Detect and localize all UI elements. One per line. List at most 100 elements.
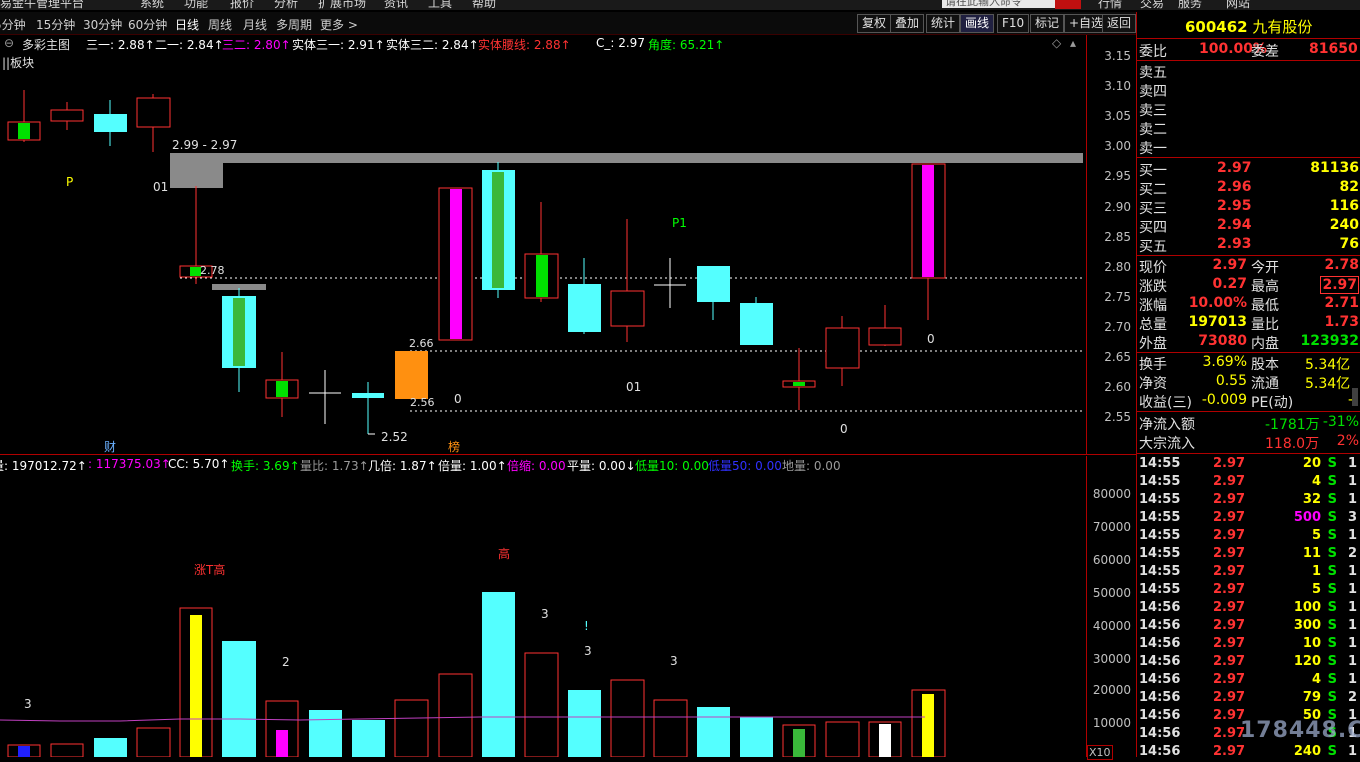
menu-item-service[interactable]: 服务 xyxy=(1178,0,1202,10)
candle[interactable] xyxy=(94,100,127,146)
candle[interactable] xyxy=(50,102,84,130)
candle[interactable] xyxy=(868,305,902,346)
candle[interactable] xyxy=(610,219,645,342)
candlestick-chart[interactable]: ||板块 2.99 - 2.97 01 P 2.78 2.66 2.56 2.5… xyxy=(0,52,1085,454)
pivot-label: 01 xyxy=(626,380,641,394)
quote-label: 现价 xyxy=(1139,260,1167,276)
back-button[interactable]: 返回 xyxy=(1102,14,1137,33)
menu-item-function[interactable]: 功能 xyxy=(184,0,208,10)
main-indicator-name[interactable]: 多彩主图 xyxy=(22,36,70,53)
overlay-button[interactable]: 叠加 xyxy=(890,14,925,33)
candle[interactable] xyxy=(825,316,860,386)
buy5-price: 2.93 xyxy=(1217,236,1252,252)
command-search-input[interactable]: 请在此输入命令 xyxy=(942,0,1055,8)
volume-bar xyxy=(653,699,688,757)
ranking-marker[interactable]: 榜 xyxy=(448,439,460,454)
volume-bar xyxy=(610,679,645,757)
candle[interactable] xyxy=(911,163,946,320)
search-button[interactable] xyxy=(1055,0,1081,9)
volume-chart[interactable]: 高 涨T高 3 2 3 3 ! 3 xyxy=(0,472,1085,757)
f10-button[interactable]: F10 xyxy=(997,14,1030,33)
stock-header: 600462 九有股份 xyxy=(1185,16,1312,37)
candle[interactable] xyxy=(740,297,773,345)
menu-item-website[interactable]: 网站 xyxy=(1226,0,1250,10)
stats-button[interactable]: 统计 xyxy=(926,14,961,33)
candle[interactable] xyxy=(136,94,171,152)
tick-side: S xyxy=(1327,510,1337,525)
weicha-label: 委差 xyxy=(1251,44,1279,60)
buy1-price: 2.97 xyxy=(1217,160,1252,176)
pane-divider[interactable] xyxy=(0,454,1136,455)
menu-item-platform[interactable]: 易金牛管理平台 xyxy=(0,0,84,10)
menu-item-news[interactable]: 资讯 xyxy=(384,0,408,10)
price-tick: 2.65 xyxy=(1104,350,1131,364)
candle[interactable] xyxy=(482,162,515,298)
collapse-icon[interactable]: ⊖ xyxy=(4,36,14,50)
tick-time: 14:56 xyxy=(1139,636,1181,651)
tick-row: 14:55 2.97 4 S 1 xyxy=(1139,474,1359,492)
indicator-value: 实体三一: 2.91↑ xyxy=(292,38,385,52)
buy3-volume: 116 xyxy=(1329,198,1359,214)
candle[interactable] xyxy=(438,187,473,341)
menu-item-trade[interactable]: 交易 xyxy=(1140,0,1164,10)
sell5-label: 卖五 xyxy=(1139,65,1167,81)
tick-price: 2.97 xyxy=(1213,564,1246,579)
candle[interactable] xyxy=(265,352,299,417)
menu-item-extended-market[interactable]: 扩展市场 xyxy=(318,0,366,10)
finance-marker[interactable]: 财 xyxy=(104,440,116,454)
menu-item-quote[interactable]: 报价 xyxy=(230,0,254,10)
tick-volume: 4 xyxy=(1311,474,1321,489)
quote-label: 涨跌 xyxy=(1139,279,1167,295)
menu-item-tools[interactable]: 工具 xyxy=(428,0,452,10)
dropdown-icon[interactable]: ▴ xyxy=(1070,36,1076,50)
tab-monthly[interactable]: 月线 xyxy=(243,16,267,33)
tab-60min[interactable]: 60分钟 xyxy=(128,16,167,33)
tick-price: 2.97 xyxy=(1213,636,1246,651)
net-assets: 0.55 xyxy=(1215,373,1247,389)
menu-item-analysis[interactable]: 分析 xyxy=(274,0,298,10)
tab-5min[interactable]: 5分钟 xyxy=(0,16,26,33)
tick-volume: 10 xyxy=(1302,636,1321,651)
candle[interactable] xyxy=(222,288,256,392)
quote-label: 涨幅 xyxy=(1139,298,1167,314)
menu-item-system[interactable]: 系统 xyxy=(140,0,164,10)
quote-label: 外盘 xyxy=(1139,336,1167,352)
price-tick: 2.70 xyxy=(1104,320,1131,334)
volume-tick: 30000 xyxy=(1092,652,1131,666)
candle[interactable] xyxy=(782,348,816,410)
adjust-button[interactable]: 复权 xyxy=(857,14,892,33)
tab-daily[interactable]: 日线 xyxy=(175,16,199,33)
volume-bar xyxy=(782,724,816,757)
candle[interactable] xyxy=(568,258,601,334)
buy2-volume: 82 xyxy=(1339,179,1359,195)
volume-bar xyxy=(868,721,902,757)
tab-15min[interactable]: 15分钟 xyxy=(36,16,75,33)
tick-price: 2.97 xyxy=(1213,582,1246,597)
candle[interactable] xyxy=(7,90,41,142)
candle[interactable] xyxy=(395,351,428,399)
draw-line-button[interactable]: 画线 xyxy=(960,14,995,33)
tick-volume: 500 xyxy=(1293,510,1321,525)
quote-label: 收益(三) xyxy=(1139,395,1192,411)
tab-multi-period[interactable]: 多周期 xyxy=(276,16,312,33)
candle[interactable] xyxy=(352,382,384,435)
tick-row: 14:56 2.97 300 S 1 xyxy=(1139,618,1359,636)
candle[interactable] xyxy=(697,266,730,320)
candle[interactable] xyxy=(524,202,559,302)
tab-weekly[interactable]: 周线 xyxy=(208,16,232,33)
volume-bar xyxy=(309,710,342,757)
candle[interactable] xyxy=(654,258,686,308)
menu-item-market[interactable]: 行情 xyxy=(1098,0,1122,10)
tab-more[interactable]: 更多 > xyxy=(320,16,358,33)
menu-item-help[interactable]: 帮助 xyxy=(472,0,496,10)
candle[interactable] xyxy=(309,370,341,424)
mark-button[interactable]: 标记 xyxy=(1030,14,1065,33)
volume-unit: X10 xyxy=(1087,745,1113,760)
panel-scroll-handle[interactable] xyxy=(1352,388,1358,406)
tab-30min[interactable]: 30分钟 xyxy=(83,16,122,33)
diamond-icon[interactable]: ◇ xyxy=(1052,36,1061,50)
tick-time: 14:56 xyxy=(1139,600,1181,615)
block-inflow: 118.0万 xyxy=(1265,436,1320,452)
quote-label: 最高 xyxy=(1251,279,1279,295)
tick-time: 14:55 xyxy=(1139,564,1181,579)
